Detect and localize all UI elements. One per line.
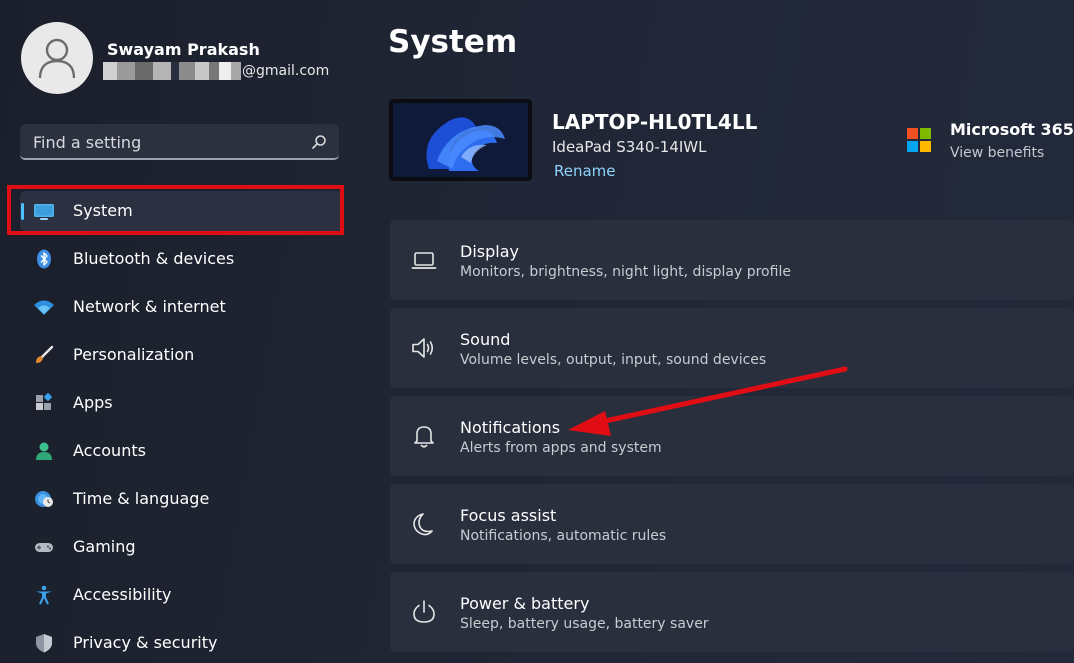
sidebar-item-apps[interactable]: Apps (20, 383, 342, 423)
user-email: @gmail.com (103, 62, 329, 80)
card-title: Display (460, 242, 519, 261)
settings-card-sound[interactable]: Sound Volume levels, output, input, soun… (390, 308, 1074, 388)
device-wallpaper-thumbnail (389, 99, 532, 181)
card-title: Power & battery (460, 594, 590, 613)
annotation-highlight-box (7, 185, 344, 235)
sidebar-item-privacy-security[interactable]: Privacy & security (20, 623, 342, 663)
sidebar-item-label: Privacy & security (73, 633, 218, 652)
page-title: System (388, 24, 518, 60)
user-name: Swayam Prakash (107, 40, 260, 59)
settings-card-power-battery[interactable]: Power & battery Sleep, battery usage, ba… (390, 572, 1074, 652)
user-email-suffix: @gmail.com (242, 63, 330, 79)
bluetooth-icon (37, 249, 51, 269)
sidebar-item-bluetooth[interactable]: Bluetooth & devices (20, 239, 342, 279)
sidebar-item-label: Time & language (73, 489, 210, 508)
shield-icon (36, 634, 52, 653)
accessibility-icon (36, 585, 52, 605)
card-subtitle: Alerts from apps and system (460, 440, 662, 456)
sidebar-item-label: Accounts (73, 441, 146, 460)
sidebar-item-network[interactable]: Network & internet (20, 287, 342, 327)
speaker-icon (412, 338, 434, 358)
card-title: Sound (460, 330, 511, 349)
card-title: Focus assist (460, 506, 557, 525)
microsoft-365-title[interactable]: Microsoft 365 (950, 120, 1074, 139)
sidebar-item-label: Accessibility (73, 585, 172, 604)
search-icon[interactable] (311, 134, 327, 150)
microsoft-logo-icon (907, 128, 931, 152)
settings-card-focus-assist[interactable]: Focus assist Notifications, automatic ru… (390, 484, 1074, 564)
card-subtitle: Volume levels, output, input, sound devi… (460, 352, 767, 368)
sidebar-item-label: Gaming (73, 537, 136, 556)
device-model: IdeaPad S340-14IWL (552, 138, 707, 156)
wifi-icon (34, 300, 54, 315)
search-box[interactable]: Find a setting (20, 124, 339, 160)
sidebar-item-label: Network & internet (73, 297, 226, 316)
card-title: Notifications (460, 418, 561, 437)
person-icon (36, 442, 52, 460)
avatar[interactable] (21, 22, 93, 94)
redacted-email-block (103, 62, 241, 80)
card-subtitle: Sleep, battery usage, battery saver (460, 616, 709, 632)
settings-card-notifications[interactable]: Notifications Alerts from apps and syste… (390, 396, 1074, 476)
user-icon (38, 38, 76, 79)
sidebar-item-accounts[interactable]: Accounts (20, 431, 342, 471)
sidebar-item-personalization[interactable]: Personalization (20, 335, 342, 375)
rename-link[interactable]: Rename (554, 162, 616, 180)
card-subtitle: Monitors, brightness, night light, displ… (460, 264, 791, 280)
power-icon (413, 600, 435, 623)
sidebar-item-accessibility[interactable]: Accessibility (20, 575, 342, 615)
view-benefits-link[interactable]: View benefits (950, 145, 1044, 161)
device-name: LAPTOP-HL0TL4LL (552, 110, 758, 134)
globe-clock-icon (35, 491, 53, 507)
apps-icon (36, 393, 53, 410)
sidebar-item-label: Bluetooth & devices (73, 249, 235, 268)
sidebar-item-time-language[interactable]: Time & language (20, 479, 342, 519)
moon-icon (413, 513, 433, 536)
windows-bloom-wallpaper (393, 103, 528, 177)
search-input[interactable]: Find a setting (33, 133, 141, 152)
sidebar-item-gaming[interactable]: Gaming (20, 527, 342, 567)
settings-card-display[interactable]: Display Monitors, brightness, night ligh… (390, 220, 1074, 300)
gamepad-icon (35, 543, 53, 552)
sidebar-item-label: Personalization (73, 345, 195, 364)
sidebar-item-label: Apps (73, 393, 113, 412)
card-subtitle: Notifications, automatic rules (460, 528, 667, 544)
brush-icon (36, 345, 54, 363)
laptop-icon (411, 252, 437, 269)
bell-icon (414, 426, 434, 448)
